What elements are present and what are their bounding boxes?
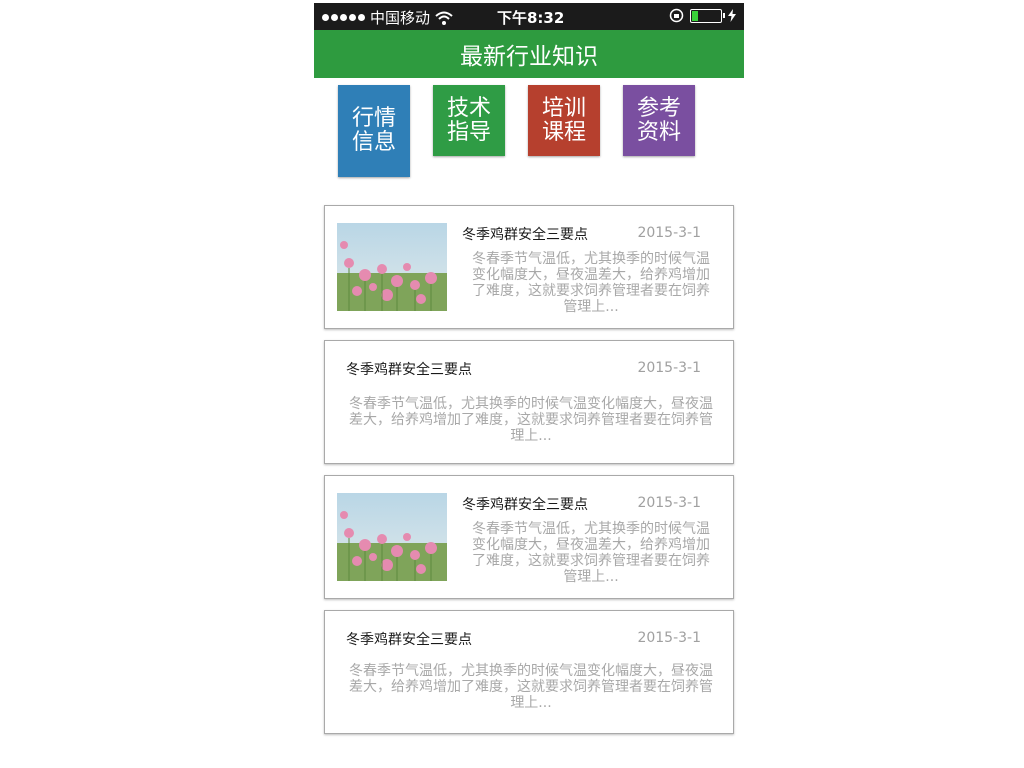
phone-screen: 中国移动 下午8:32 最新行业知识 行情 信息 技术 指导 培训 课程 参考 … — [314, 3, 744, 768]
article-date: 2015-3-1 — [637, 495, 701, 511]
category-tile-tech-guide[interactable]: 技术 指导 — [433, 85, 505, 156]
category-label: 信息 — [351, 130, 396, 155]
rotation-lock-icon — [669, 8, 684, 23]
category-tile-training[interactable]: 培训 课程 — [528, 85, 600, 156]
page-title: 最新行业知识 — [460, 44, 598, 70]
category-label: 课程 — [541, 119, 586, 145]
category-tile-reference[interactable]: 参考 资料 — [623, 85, 695, 156]
battery-icon — [690, 8, 725, 23]
category-label: 培训 — [541, 95, 586, 121]
category-label: 参考 — [636, 95, 681, 121]
article-card[interactable]: 冬季鸡群安全三要点 2015-3-1 冬春季节气温低，尤其换季的时候气温变化幅度… — [324, 610, 734, 734]
article-thumbnail — [337, 493, 447, 581]
article-date: 2015-3-1 — [637, 225, 701, 241]
article-excerpt: 冬春季节气温低，尤其换季的时候气温变化幅度大，昼夜温差大，给养鸡增加了难度，这就… — [472, 521, 710, 585]
signal-strength-icon — [322, 14, 365, 21]
clock: 下午8:32 — [497, 9, 565, 27]
charging-bolt-icon — [728, 9, 736, 22]
article-title: 冬季鸡群安全三要点 — [462, 227, 588, 243]
article-date: 2015-3-1 — [637, 630, 701, 646]
article-title: 冬季鸡群安全三要点 — [346, 362, 472, 378]
status-bar: 中国移动 下午8:32 — [314, 3, 744, 31]
category-tile-market-info[interactable]: 行情 信息 — [338, 85, 410, 177]
article-excerpt: 冬春季节气温低，尤其换季的时候气温变化幅度大，昼夜温差大，给养鸡增加了难度，这就… — [349, 663, 713, 711]
article-thumbnail — [337, 223, 447, 311]
article-excerpt: 冬春季节气温低，尤其换季的时候气温变化幅度大，昼夜温差大，给养鸡增加了难度，这就… — [349, 396, 713, 444]
category-label: 行情 — [351, 106, 396, 131]
carrier-name: 中国移动 — [370, 9, 431, 27]
article-card[interactable]: 冬季鸡群安全三要点 2015-3-1 冬春季节气温低，尤其换季的时候气温变化幅度… — [324, 475, 734, 599]
article-title: 冬季鸡群安全三要点 — [462, 497, 588, 513]
category-label: 技术 — [446, 95, 491, 121]
nav-title-bar: 最新行业知识 — [314, 30, 744, 78]
article-card[interactable]: 冬季鸡群安全三要点 2015-3-1 冬春季节气温低，尤其换季的时候气温变化幅度… — [324, 205, 734, 329]
article-title: 冬季鸡群安全三要点 — [346, 632, 472, 648]
article-card[interactable]: 冬季鸡群安全三要点 2015-3-1 冬春季节气温低，尤其换季的时候气温变化幅度… — [324, 340, 734, 464]
article-excerpt: 冬春季节气温低，尤其换季的时候气温变化幅度大，昼夜温差大，给养鸡增加了难度，这就… — [472, 251, 710, 315]
category-label: 指导 — [446, 119, 491, 145]
article-date: 2015-3-1 — [637, 360, 701, 376]
wifi-icon — [435, 11, 453, 25]
status-right — [669, 8, 736, 23]
status-left: 中国移动 — [322, 7, 453, 28]
category-label: 资料 — [636, 119, 681, 145]
